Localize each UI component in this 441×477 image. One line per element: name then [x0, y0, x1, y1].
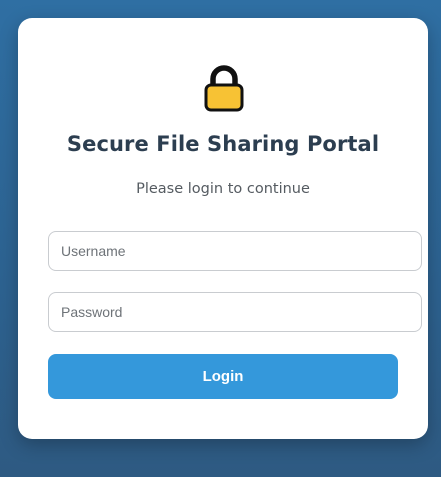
login-subtitle: Please login to continue	[136, 181, 310, 197]
page-title: Secure File Sharing Portal	[66, 132, 380, 156]
username-input[interactable]	[48, 231, 422, 271]
login-card: Secure File Sharing Portal Please login …	[18, 18, 428, 439]
login-button[interactable]: Login	[48, 354, 398, 399]
password-input[interactable]	[48, 292, 422, 332]
padlock-icon	[204, 65, 244, 112]
